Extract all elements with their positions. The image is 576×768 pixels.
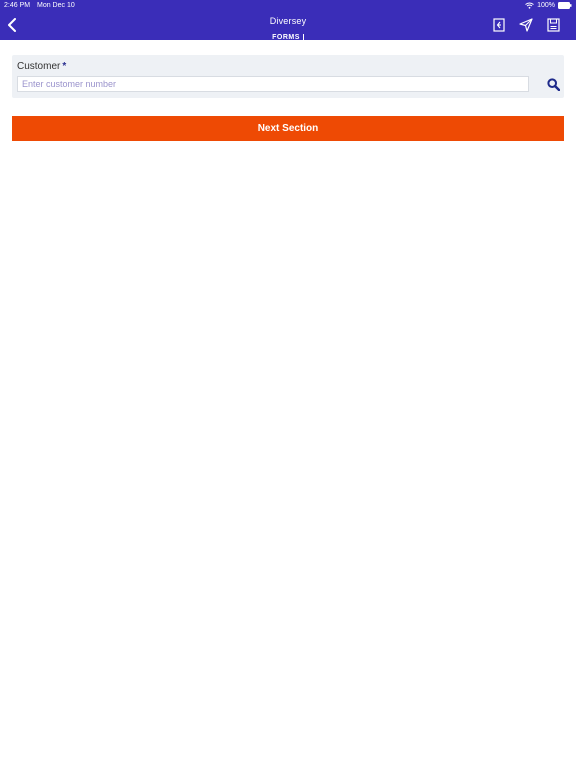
pdf-button[interactable] — [491, 17, 507, 33]
send-button[interactable] — [518, 17, 534, 33]
pdf-icon — [493, 18, 505, 32]
customer-label: Customer * — [17, 61, 66, 72]
logo-line2: FORMS — [272, 34, 304, 43]
app-header: 2:46 PM Mon Dec 10 100% Diversey FORMS — [0, 0, 576, 43]
logo-line1: Diversey — [269, 16, 307, 26]
chevron-left-icon — [8, 18, 16, 32]
battery-icon — [558, 2, 572, 9]
status-bar: 2:46 PM Mon Dec 10 100% — [0, 0, 576, 11]
battery-percent: 100% — [537, 2, 555, 9]
wifi-icon — [525, 2, 534, 9]
search-icon — [546, 77, 560, 91]
diversey-forms-logo: Diversey FORMS — [266, 16, 310, 43]
status-date: Mon Dec 10 — [37, 2, 75, 9]
customer-number-input[interactable] — [17, 76, 529, 92]
customer-label-text: Customer — [17, 61, 61, 72]
customer-search-button[interactable] — [546, 77, 560, 91]
status-time: 2:46 PM — [4, 2, 31, 9]
back-button[interactable] — [4, 15, 20, 35]
send-icon — [519, 18, 533, 32]
save-button[interactable] — [545, 17, 561, 33]
required-marker: * — [62, 61, 67, 72]
save-icon — [546, 18, 560, 32]
status-indicators: 100% — [525, 0, 572, 11]
next-section-button[interactable]: Next Section — [12, 116, 564, 141]
customer-field-card: Customer * — [12, 55, 564, 98]
